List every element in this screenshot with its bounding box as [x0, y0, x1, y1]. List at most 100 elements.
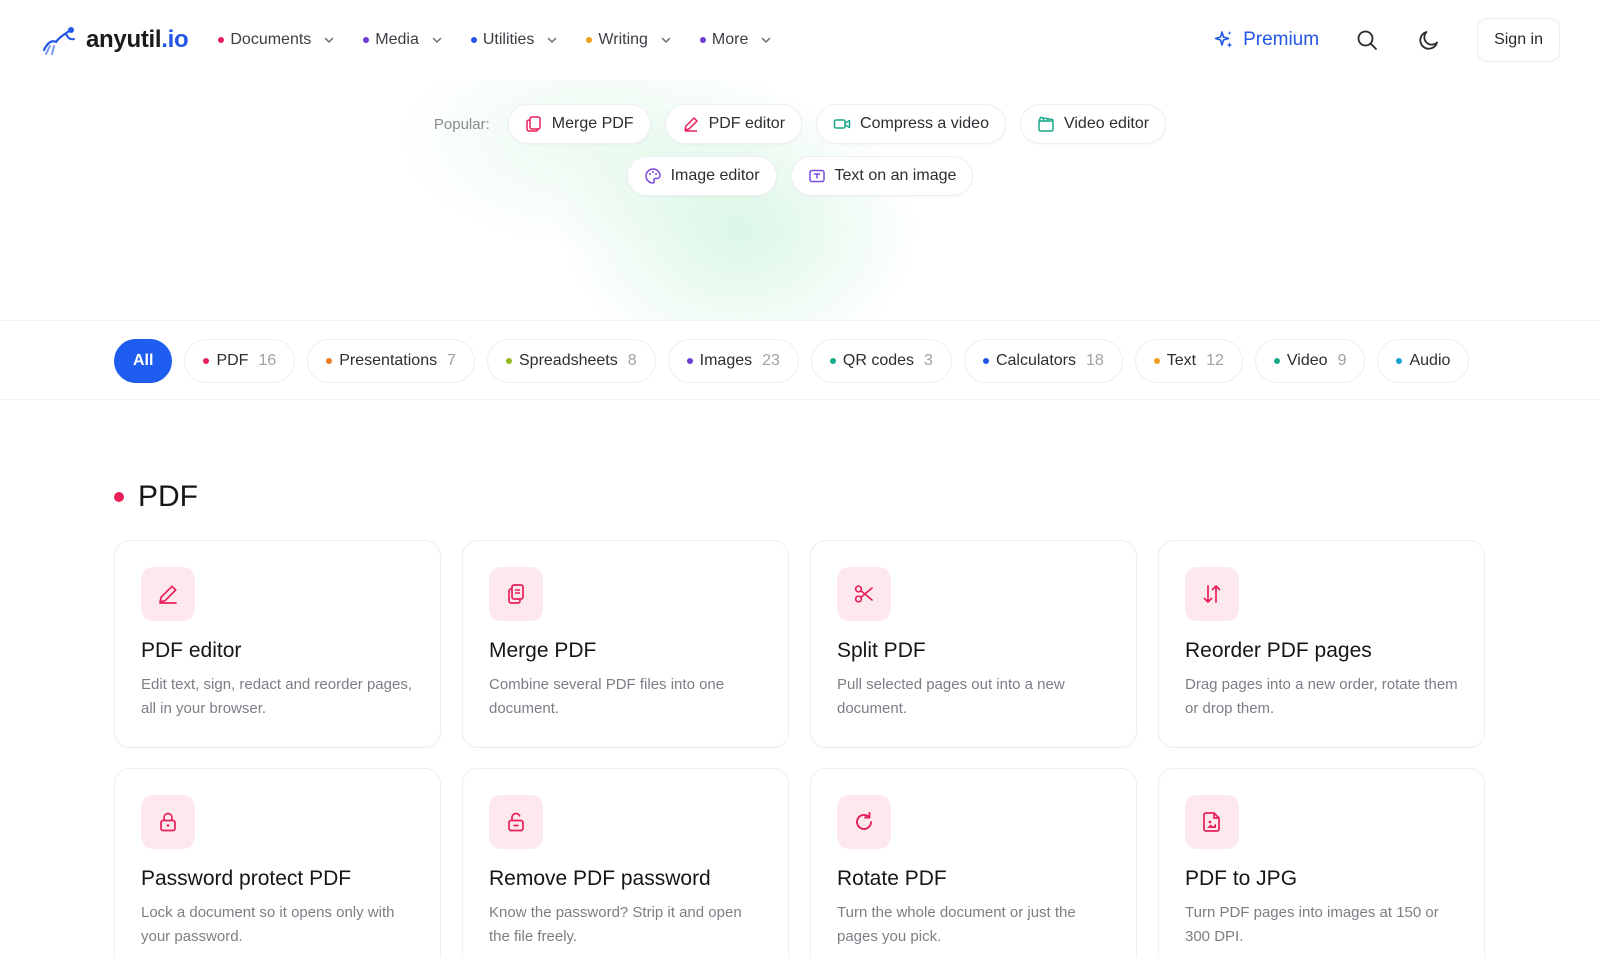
category-count: 7 [447, 352, 456, 369]
tool-card-remove-pdf-password[interactable]: Remove PDF password Know the password? S… [462, 768, 789, 958]
popular-pdf-editor[interactable]: PDF editor [664, 104, 803, 144]
category-count: 16 [258, 352, 277, 369]
category-dot [1273, 358, 1280, 364]
nav-more[interactable]: More [699, 31, 772, 49]
nav-dot [699, 37, 706, 43]
card-title: PDF to JPG [1185, 867, 1298, 890]
brand-logo[interactable]: anyutil.io [40, 24, 189, 56]
tool-card-merge-pdf[interactable]: Merge PDF Combine several PDF files into… [462, 540, 789, 748]
chevron-down-icon [432, 37, 442, 44]
file-image-icon [1203, 812, 1220, 832]
section-dot [114, 492, 124, 502]
card-description: Edit text, sign, redact and reorder page… [141, 676, 412, 717]
card-description: Combine several PDF files into one docum… [489, 676, 725, 717]
category-audio[interactable]: Audio [1377, 339, 1470, 383]
category-count: 9 [1337, 352, 1347, 369]
category-spreadsheets[interactable]: Spreadsheets 8 [487, 339, 656, 383]
category-pdf[interactable]: PDF 16 [184, 339, 296, 383]
main-nav: Documents Media Utilities Writing More [218, 31, 772, 49]
category-label: Text [1166, 352, 1197, 369]
moon-icon [1419, 31, 1438, 50]
chevron-down-icon [661, 37, 671, 44]
chevron-down-icon [325, 37, 334, 44]
nav-label: Utilities [482, 31, 535, 48]
chip-label: PDF editor [708, 115, 786, 132]
card-icon-box [489, 795, 543, 849]
category-count: 8 [627, 352, 637, 369]
nav-dot [470, 37, 477, 43]
card-description: Lock a document so it opens only with yo… [141, 904, 395, 945]
category-dot [982, 358, 989, 364]
nav-label: Media [375, 31, 419, 48]
nav-dot [586, 37, 593, 43]
card-title: Merge PDF [489, 639, 597, 662]
nav-writing[interactable]: Writing [586, 31, 672, 49]
popular-merge-pdf[interactable]: Merge PDF [507, 104, 651, 144]
category-qr-codes[interactable]: QR codes 3 [810, 339, 952, 383]
category-label: Images [699, 352, 753, 369]
category-count: 23 [762, 352, 780, 369]
category-count: 18 [1085, 352, 1104, 369]
category-list: All PDF 16 Presentations 7 Spreadsheets … [114, 337, 1490, 385]
category-all[interactable]: All [114, 339, 173, 383]
popular-compress-video[interactable]: Compress a video [816, 104, 1006, 144]
search-icon [1357, 30, 1377, 50]
pen-icon [159, 585, 177, 604]
premium-link[interactable]: Premium [1213, 29, 1319, 51]
category-dot [1396, 358, 1403, 364]
section-heading: PDF [114, 480, 198, 514]
chip-label: Compress a video [860, 115, 989, 132]
rotate-icon [856, 812, 872, 830]
tool-card-split-pdf[interactable]: Split PDF Pull selected pages out into a… [810, 540, 1137, 748]
sign-in-button[interactable]: Sign in [1477, 18, 1560, 62]
tool-card-reorder-pdf-pages[interactable]: Reorder PDF pages Drag pages into a new … [1158, 540, 1485, 748]
category-label: Spreadsheets [519, 352, 618, 369]
category-video[interactable]: Video 9 [1254, 339, 1366, 383]
nav-documents[interactable]: Documents [218, 31, 335, 49]
category-presentations[interactable]: Presentations 7 [307, 339, 475, 383]
reorder-arrows-icon [1203, 585, 1221, 603]
chip-label: Text on an image [834, 167, 957, 184]
category-dot [686, 358, 693, 364]
category-dot [506, 358, 512, 364]
card-icon-box [837, 567, 891, 621]
popular-image-editor[interactable]: Image editor [626, 156, 777, 196]
palette-icon [644, 168, 661, 184]
chip-label: Merge PDF [551, 115, 634, 132]
tool-card-pdf-editor[interactable]: PDF editor Edit text, sign, redact and r… [114, 540, 441, 748]
nav-dot [363, 37, 370, 43]
card-icon-box [837, 795, 891, 849]
popular-row: Popular: Merge PDF PDF editor Compress a… [0, 104, 1600, 144]
nav-media[interactable]: Media [363, 31, 443, 49]
sparkle-icon [1214, 31, 1233, 48]
clapperboard-icon [1038, 116, 1054, 132]
category-label: QR codes [842, 352, 915, 369]
scissors-icon [854, 585, 873, 603]
category-calculators[interactable]: Calculators 18 [963, 339, 1123, 383]
category-count: 3 [924, 352, 933, 369]
chip-label: Image editor [670, 167, 760, 184]
section-title: PDF [138, 480, 198, 513]
tool-card-rotate-pdf[interactable]: Rotate PDF Turn the whole document or ju… [810, 768, 1137, 958]
tool-card-password-protect-pdf[interactable]: Password protect PDF Lock a document so … [114, 768, 441, 958]
unicorn-logo-icon [42, 27, 75, 55]
popular-video-editor[interactable]: Video editor [1019, 104, 1167, 144]
category-text[interactable]: Text 12 [1134, 339, 1243, 383]
popular-text-on-image[interactable]: Text on an image [790, 156, 974, 196]
card-icon-box [1185, 795, 1239, 849]
card-title: Split PDF [837, 639, 926, 662]
category-label: Calculators [995, 352, 1076, 369]
category-dot [1153, 358, 1160, 364]
pen-icon [683, 117, 698, 132]
category-bar: All PDF 16 Presentations 7 Spreadsheets … [0, 320, 1600, 400]
card-description: Pull selected pages out into a new docum… [837, 676, 1065, 717]
tool-card-pdf-to-jpg[interactable]: PDF to JPG Turn PDF pages into images at… [1158, 768, 1485, 958]
tool-grid: PDF editor Edit text, sign, redact and r… [114, 540, 1486, 958]
search-button[interactable] [1353, 26, 1381, 54]
nav-utilities[interactable]: Utilities [470, 31, 559, 49]
premium-label: Premium [1243, 29, 1320, 50]
brand-tld: .io [161, 26, 189, 53]
theme-toggle[interactable] [1415, 26, 1443, 54]
card-title: Remove PDF password [489, 867, 711, 890]
category-images[interactable]: Images 23 [667, 339, 799, 383]
